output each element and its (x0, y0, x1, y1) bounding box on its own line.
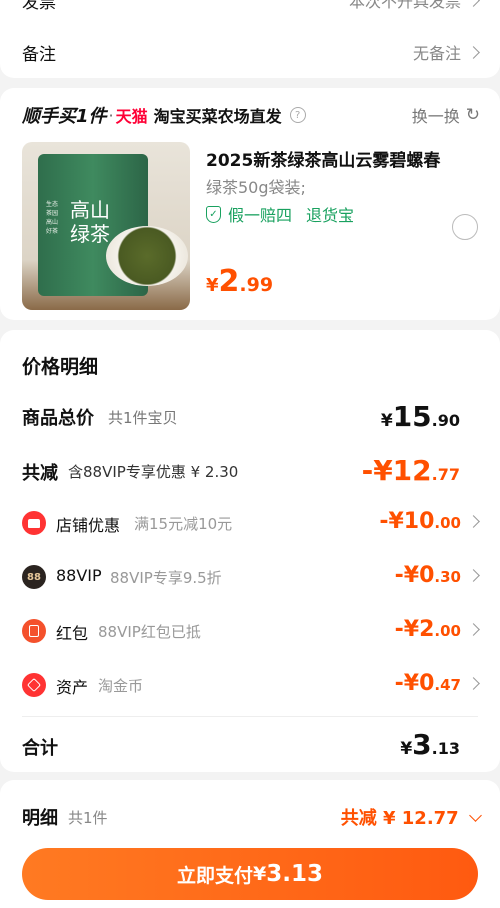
grand-total-row: 合计 ¥3.13 (0, 728, 500, 764)
detail-summary-row[interactable]: 明细 共1件 共减 ¥ 12.77 (0, 802, 500, 832)
price-decimal: .99 (239, 274, 274, 296)
pay-amount: 3.13 (266, 861, 323, 887)
pay-currency: ¥ (253, 863, 267, 885)
product-title[interactable]: 2025新茶绿茶高山云雾碧螺春 (206, 146, 440, 171)
shop-icon (22, 511, 46, 535)
promo-header: 顺手买1件 · 天猫 淘宝买菜农场直发 ? (22, 102, 306, 128)
goods-total-sub: 共1件宝贝 (108, 409, 178, 427)
help-icon[interactable]: ? (289, 107, 306, 123)
invoice-label: 发票 (22, 0, 56, 13)
product-price: ¥2.99 (206, 264, 273, 299)
item-amount: -¥0.47 (395, 671, 480, 696)
item-label: 88VIP (56, 566, 102, 585)
detail-label: 明细 (22, 808, 58, 829)
88vip-icon: 88 (22, 565, 46, 589)
pay-now-label: 立即支付 (177, 864, 254, 887)
item-sub: 88VIP专享9.5折 (110, 569, 222, 587)
pay-now-button[interactable]: 立即支付 ¥ 3.13 (22, 848, 478, 900)
tea-bowl (106, 226, 188, 286)
goods-total-amount: ¥15.90 (380, 400, 460, 433)
refresh-button[interactable]: 换一换 ↻ (412, 103, 480, 127)
item-sub: 满15元减10元 (134, 515, 233, 533)
tea-can-label: 高山绿茶 (70, 198, 110, 246)
detail-count: 共1件 (68, 809, 108, 827)
item-sub: 淘金币 (98, 677, 144, 695)
item-label: 店铺优惠 (56, 516, 121, 535)
total-discount-row: 共减 含88VIP专享优惠 ¥ 2.30 -¥12.77 (0, 454, 500, 490)
discount-item-shop[interactable]: 店铺优惠 满15元减10元 -¥10.00 (0, 506, 500, 542)
price-detail-title: 价格明细 (22, 356, 99, 378)
discount-summary: 共减 ¥ 12.77 (341, 804, 482, 830)
red-packet-icon (22, 619, 46, 643)
separator-dot: · (108, 105, 114, 125)
goods-total-row: 商品总价 共1件宝贝 ¥15.90 (0, 400, 500, 436)
product-image[interactable]: 高山绿茶 生态茶园 高山好茶 (22, 142, 190, 310)
remark-label: 备注 (22, 45, 56, 65)
coin-tag-icon (22, 673, 46, 697)
guarantee-row: ✓ 假一赔四 退货宝 (206, 202, 354, 226)
remark-row[interactable]: 备注 无备注 (0, 38, 500, 68)
goods-total-label: 商品总价 (22, 408, 94, 429)
chevron-right-icon (467, 569, 480, 582)
currency-symbol: ¥ (206, 275, 219, 296)
promo-channel: 淘宝买菜农场直发 (153, 107, 282, 126)
discount-item-red-packet[interactable]: 红包 88VIP红包已抵 -¥2.00 (0, 614, 500, 650)
refresh-label: 换一换 (411, 107, 460, 126)
promo-brand-title: 顺手买1件 (22, 106, 107, 127)
guarantee-return-insurance: 退货宝 (306, 206, 355, 225)
discount-item-88vip[interactable]: 88 88VIP 88VIP专享9.5折 -¥0.30 (0, 560, 500, 596)
refresh-icon: ↻ (465, 105, 480, 125)
tea-can-side-text: 生态茶园 高山好茶 (46, 201, 59, 235)
item-amount: -¥0.30 (395, 563, 480, 588)
chevron-right-icon (467, 46, 480, 59)
invoice-value: 本次不开具发票 (349, 0, 480, 12)
checkout-bar: 明细 共1件 共减 ¥ 12.77 立即支付 ¥ 3.13 (0, 780, 500, 908)
chevron-right-icon (467, 677, 480, 690)
price-integer: 2 (218, 264, 240, 299)
grand-total-label: 合计 (22, 738, 58, 759)
chevron-double-down-icon (469, 809, 482, 822)
divider (22, 716, 478, 717)
product-spec: 绿茶50g袋装; (206, 178, 306, 197)
tmall-logo: 天猫 (115, 107, 148, 126)
chevron-right-icon (467, 623, 480, 636)
remark-value: 无备注 (413, 40, 480, 64)
price-detail-card: 价格明细 商品总价 共1件宝贝 ¥15.90 共减 含88VIP专享优惠 ¥ 2… (0, 330, 500, 772)
grand-total-amount: ¥3.13 (400, 728, 460, 761)
item-amount: -¥10.00 (379, 509, 480, 534)
shield-check-icon: ✓ (206, 205, 221, 223)
add-on-product-card: 顺手买1件 · 天猫 淘宝买菜农场直发 ? 换一换 ↻ 高山绿茶 生态茶园 高山… (0, 88, 500, 320)
item-sub: 88VIP红包已抵 (98, 623, 201, 641)
guarantee-fake-compensation: 假一赔四 (228, 206, 293, 225)
total-discount-amount: -¥12.77 (361, 454, 460, 487)
select-radio[interactable] (452, 214, 478, 240)
chevron-right-icon (467, 0, 480, 7)
item-label: 红包 (56, 624, 89, 643)
discount-item-assets[interactable]: 资产 淘金币 -¥0.47 (0, 668, 500, 704)
order-info-card: 发票 本次不开具发票 备注 无备注 (0, 0, 500, 78)
invoice-row[interactable]: 发票 本次不开具发票 (0, 0, 500, 16)
total-discount-sub: 含88VIP专享优惠 ¥ 2.30 (68, 463, 239, 481)
item-label: 资产 (56, 678, 89, 697)
chevron-right-icon (467, 515, 480, 528)
total-discount-label: 共减 (22, 463, 58, 484)
item-amount: -¥2.00 (395, 617, 480, 642)
